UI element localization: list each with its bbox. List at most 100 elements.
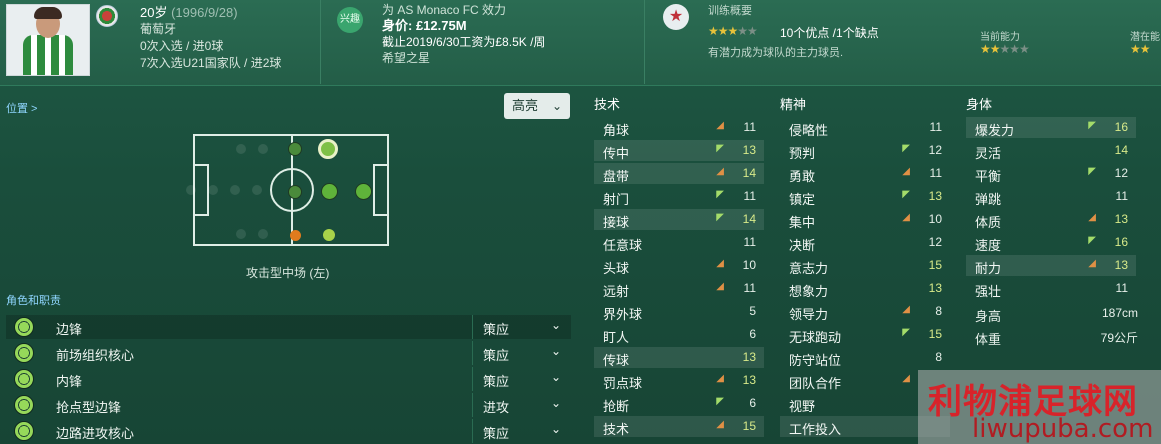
attribute-technical-row[interactable]: 界外球 5 [594, 301, 764, 322]
role-row[interactable]: 内锋 策应 ⌄ [6, 367, 571, 391]
attribute-mental-row[interactable]: 侵略性 11 [780, 117, 950, 138]
highlight-dropdown[interactable]: 高亮 ⌄ [504, 93, 570, 119]
attribute-value: 13 [1114, 258, 1128, 272]
duty-value: 进攻 [483, 400, 510, 415]
attribute-value: 12 [928, 143, 942, 157]
interest-badge-icon[interactable]: 兴趣 [337, 7, 363, 33]
attribute-technical-row[interactable]: 接球 ◤ 14 [594, 209, 764, 230]
arrow-down-icon: ◢ [716, 258, 724, 269]
attribute-value: 8 [935, 350, 942, 364]
attribute-value: 13 [928, 281, 942, 295]
training-title[interactable]: 训练概要 [708, 2, 752, 18]
attribute-technical-row[interactable]: 传球 13 [594, 347, 764, 368]
position-dot [230, 185, 240, 195]
attribute-physical-row[interactable]: 耐力 ◢ 13 [966, 255, 1136, 276]
attribute-technical-row[interactable]: 盯人 6 [594, 324, 764, 345]
height-value: 187cm [1101, 306, 1138, 320]
duty-select[interactable]: 策应 ⌄ [472, 315, 571, 339]
attribute-mental-row[interactable]: 防守站位 8 [780, 347, 950, 368]
role-name: 抢点型边锋 [56, 400, 122, 415]
attribute-mental-row[interactable]: 无球跑动 ◤ 15 [780, 324, 950, 345]
attribute-physical-row[interactable]: 爆发力 ◤ 16 [966, 117, 1136, 138]
attribute-label: 无球跑动 [789, 330, 842, 345]
training-star-icon[interactable]: ★ [663, 4, 689, 30]
role-row[interactable]: 前场组织核心 策应 ⌄ [6, 341, 571, 365]
attribute-value: 13 [928, 189, 942, 203]
attribute-physical-row[interactable]: 灵活 14 [966, 140, 1136, 161]
arrow-down-icon: ◢ [716, 419, 724, 430]
attribute-mental-row[interactable]: 镇定 ◤ 13 [780, 186, 950, 207]
chevron-down-icon: ⌄ [550, 370, 561, 384]
club-line[interactable]: 为 AS Monaco FC 效力 [382, 2, 545, 18]
roles-title[interactable]: 角色和职责 [6, 292, 61, 308]
attribute-physical-row[interactable]: 强壮 11 [966, 278, 1136, 299]
attribute-mental-row[interactable]: 意志力 15 [780, 255, 950, 276]
role-row[interactable]: 抢点型边锋 进攻 ⌄ [6, 393, 571, 417]
position-dot [258, 229, 268, 239]
position-dot [186, 185, 196, 195]
role-row[interactable]: 边锋 策应 ⌄ [6, 315, 571, 339]
attribute-mental-row[interactable]: 集中 ◢ 10 [780, 209, 950, 230]
attribute-label: 角球 [603, 123, 630, 138]
arrow-down-icon: ◢ [716, 373, 724, 384]
role-name: 内锋 [56, 374, 83, 389]
attribute-mental-row[interactable]: 勇敢 ◢ 11 [780, 163, 950, 184]
attribute-technical-row[interactable]: 头球 ◢ 10 [594, 255, 764, 276]
attribute-mental-row[interactable]: 想象力 13 [780, 278, 950, 299]
attribute-value: 13 [742, 350, 756, 364]
attribute-technical-row[interactable]: 远射 ◢ 11 [594, 278, 764, 299]
duty-select[interactable]: 策应 ⌄ [472, 419, 571, 443]
attribute-technical-row[interactable]: 射门 ◤ 11 [594, 186, 764, 207]
attribute-technical-row[interactable]: 盘带 ◢ 14 [594, 163, 764, 184]
arrow-up-icon: ◤ [1088, 120, 1096, 131]
duty-value: 策应 [483, 322, 510, 337]
watermark-url: liwupuba.com [972, 414, 1154, 444]
attribute-label: 头球 [603, 261, 630, 276]
position-dot [236, 229, 246, 239]
attribute-technical-row[interactable]: 角球 ◢ 11 [594, 117, 764, 138]
attribute-label: 团队合作 [789, 376, 842, 391]
attribute-physical-row[interactable]: 体质 ◢ 13 [966, 209, 1136, 230]
attribute-label: 速度 [975, 238, 1002, 253]
attribute-value: 14 [742, 166, 756, 180]
position-link[interactable]: 位置 > [6, 100, 37, 116]
attribute-value: 12 [1114, 166, 1128, 180]
attribute-technical-row[interactable]: 任意球 11 [594, 232, 764, 253]
position-dot [236, 144, 246, 154]
attribute-technical-row[interactable]: 抢断 ◤ 6 [594, 393, 764, 414]
attribute-physical-row[interactable]: 速度 ◤ 16 [966, 232, 1136, 253]
position-dot-good [288, 142, 302, 156]
attribute-technical-row[interactable]: 技术 ◢ 15 [594, 416, 764, 437]
u21-caps[interactable]: 7次入选U21国家队 / 进2球 [140, 55, 281, 72]
role-suitability-icon [14, 369, 34, 389]
arrow-up-icon: ◤ [716, 189, 724, 200]
international-caps: 0次入选 / 进0球 [140, 39, 224, 53]
chevron-down-icon: ⌄ [550, 318, 561, 332]
attribute-mental-row[interactable]: 预判 ◤ 12 [780, 140, 950, 161]
duty-select[interactable]: 策应 ⌄ [472, 341, 571, 365]
attribute-value: 16 [1114, 120, 1128, 134]
duty-select[interactable]: 进攻 ⌄ [472, 393, 571, 417]
attribute-value: 16 [1114, 235, 1128, 249]
attribute-physical-row[interactable]: 平衡 ◤ 12 [966, 163, 1136, 184]
attribute-label: 耐力 [975, 261, 1002, 276]
attribute-label: 远射 [603, 284, 630, 299]
current-ability-label: 当前能力 [980, 32, 1020, 43]
attribute-physical-row[interactable]: 弹跳 11 [966, 186, 1136, 207]
role-row[interactable]: 边路进攻核心 策应 ⌄ [6, 419, 571, 443]
attribute-mental-row[interactable]: 决断 12 [780, 232, 950, 253]
attribute-value: 11 [1115, 189, 1128, 203]
attribute-label: 预判 [789, 146, 816, 161]
attribute-value: 11 [743, 120, 756, 134]
attribute-technical-row[interactable]: 传中 ◤ 13 [594, 140, 764, 161]
potential-ability-label: 潜在能 [1130, 32, 1160, 43]
attribute-technical-row[interactable]: 罚点球 ◢ 13 [594, 370, 764, 391]
role-suitability-icon [14, 317, 34, 337]
attribute-mental-row[interactable]: 领导力 ◢ 8 [780, 301, 950, 322]
hair-graphic [34, 7, 62, 19]
attribute-label: 集中 [789, 215, 816, 230]
training-description: 有潜力成为球队的主力球员. [708, 47, 844, 59]
arrow-down-icon: ◢ [1088, 258, 1096, 269]
position-dot-weak [290, 230, 301, 241]
duty-select[interactable]: 策应 ⌄ [472, 367, 571, 391]
